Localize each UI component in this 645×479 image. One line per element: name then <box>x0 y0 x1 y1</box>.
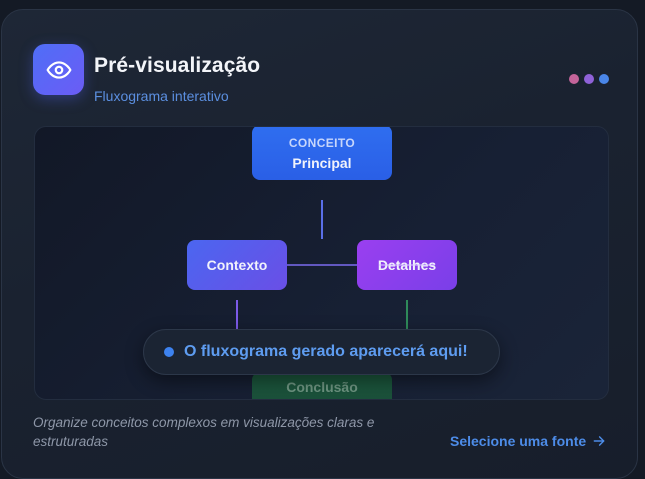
arrow-right-icon <box>593 436 605 446</box>
empty-state-text: O fluxograma gerado aparecerá aqui! <box>184 343 468 360</box>
select-source-link[interactable]: Selecione uma fonte <box>450 433 606 449</box>
blue-dot <box>599 74 609 84</box>
status-dot-icon <box>164 347 174 357</box>
window-dots <box>569 74 609 84</box>
select-source-label: Selecione uma fonte <box>450 433 587 449</box>
node-main-concept[interactable]: CONCEITO Principal <box>252 127 392 180</box>
node-context[interactable]: Contexto <box>187 240 287 290</box>
empty-state-message: O fluxograma gerado aparecerá aqui! <box>143 329 500 375</box>
node-conclusion[interactable]: Conclusão <box>252 372 392 399</box>
node-context-label: Contexto <box>206 257 268 273</box>
pink-dot <box>569 74 579 84</box>
preview-card: Pré-visualização Fluxograma interativo C… <box>1 9 638 479</box>
node-conclusion-label: Conclusão <box>286 379 358 395</box>
node-main-tag: CONCEITO <box>288 136 356 150</box>
footer-description: Organize conceitos complexos em visualiz… <box>33 415 375 449</box>
page-subtitle: Fluxograma interativo <box>94 88 229 104</box>
page-title: Pré-visualização <box>94 54 261 77</box>
node-details-label: Detalhes <box>377 257 437 273</box>
flowchart-canvas: CONCEITO Principal Contexto Detalhes Con… <box>34 126 609 400</box>
purple-dot <box>584 74 594 84</box>
node-main-label: Principal <box>292 155 352 171</box>
node-details[interactable]: Detalhes <box>357 240 457 290</box>
eye-icon <box>33 44 84 95</box>
